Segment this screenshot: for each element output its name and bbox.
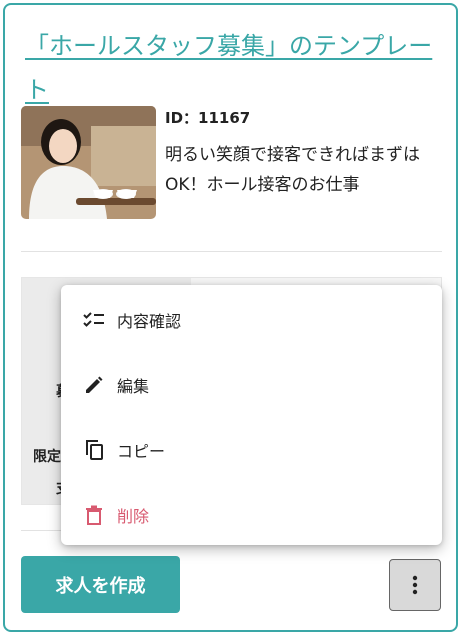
create-job-button[interactable]: 求人を作成 bbox=[21, 556, 180, 613]
table-row-label: 限定 bbox=[33, 449, 61, 465]
divider bbox=[21, 251, 442, 252]
menu-item-label: 編集 bbox=[117, 376, 150, 396]
menu-item-review[interactable]: 内容確認 bbox=[61, 287, 442, 352]
template-title-link[interactable]: 「ホールスタッフ募集」のテンプレート bbox=[25, 24, 445, 112]
copy-icon bbox=[83, 439, 105, 461]
template-description: 明るい笑顔で接客できればまずはOK！ホール接客のお仕事 bbox=[165, 145, 420, 195]
context-menu: 内容確認 編集 コピー 削除 bbox=[61, 285, 442, 545]
menu-item-label: 削除 bbox=[117, 506, 150, 526]
more-options-button[interactable] bbox=[389, 559, 441, 611]
pencil-icon bbox=[83, 374, 105, 396]
template-id: ID：11167 bbox=[165, 109, 251, 127]
menu-item-label: コピー bbox=[117, 441, 166, 461]
more-vert-icon bbox=[412, 575, 418, 595]
checklist-icon bbox=[83, 309, 105, 331]
trash-icon bbox=[83, 504, 105, 526]
template-thumbnail bbox=[21, 106, 156, 219]
menu-item-copy[interactable]: コピー bbox=[61, 417, 442, 482]
menu-item-delete[interactable]: 削除 bbox=[61, 482, 442, 547]
menu-item-label: 内容確認 bbox=[117, 311, 182, 331]
menu-item-edit[interactable]: 編集 bbox=[61, 352, 442, 417]
